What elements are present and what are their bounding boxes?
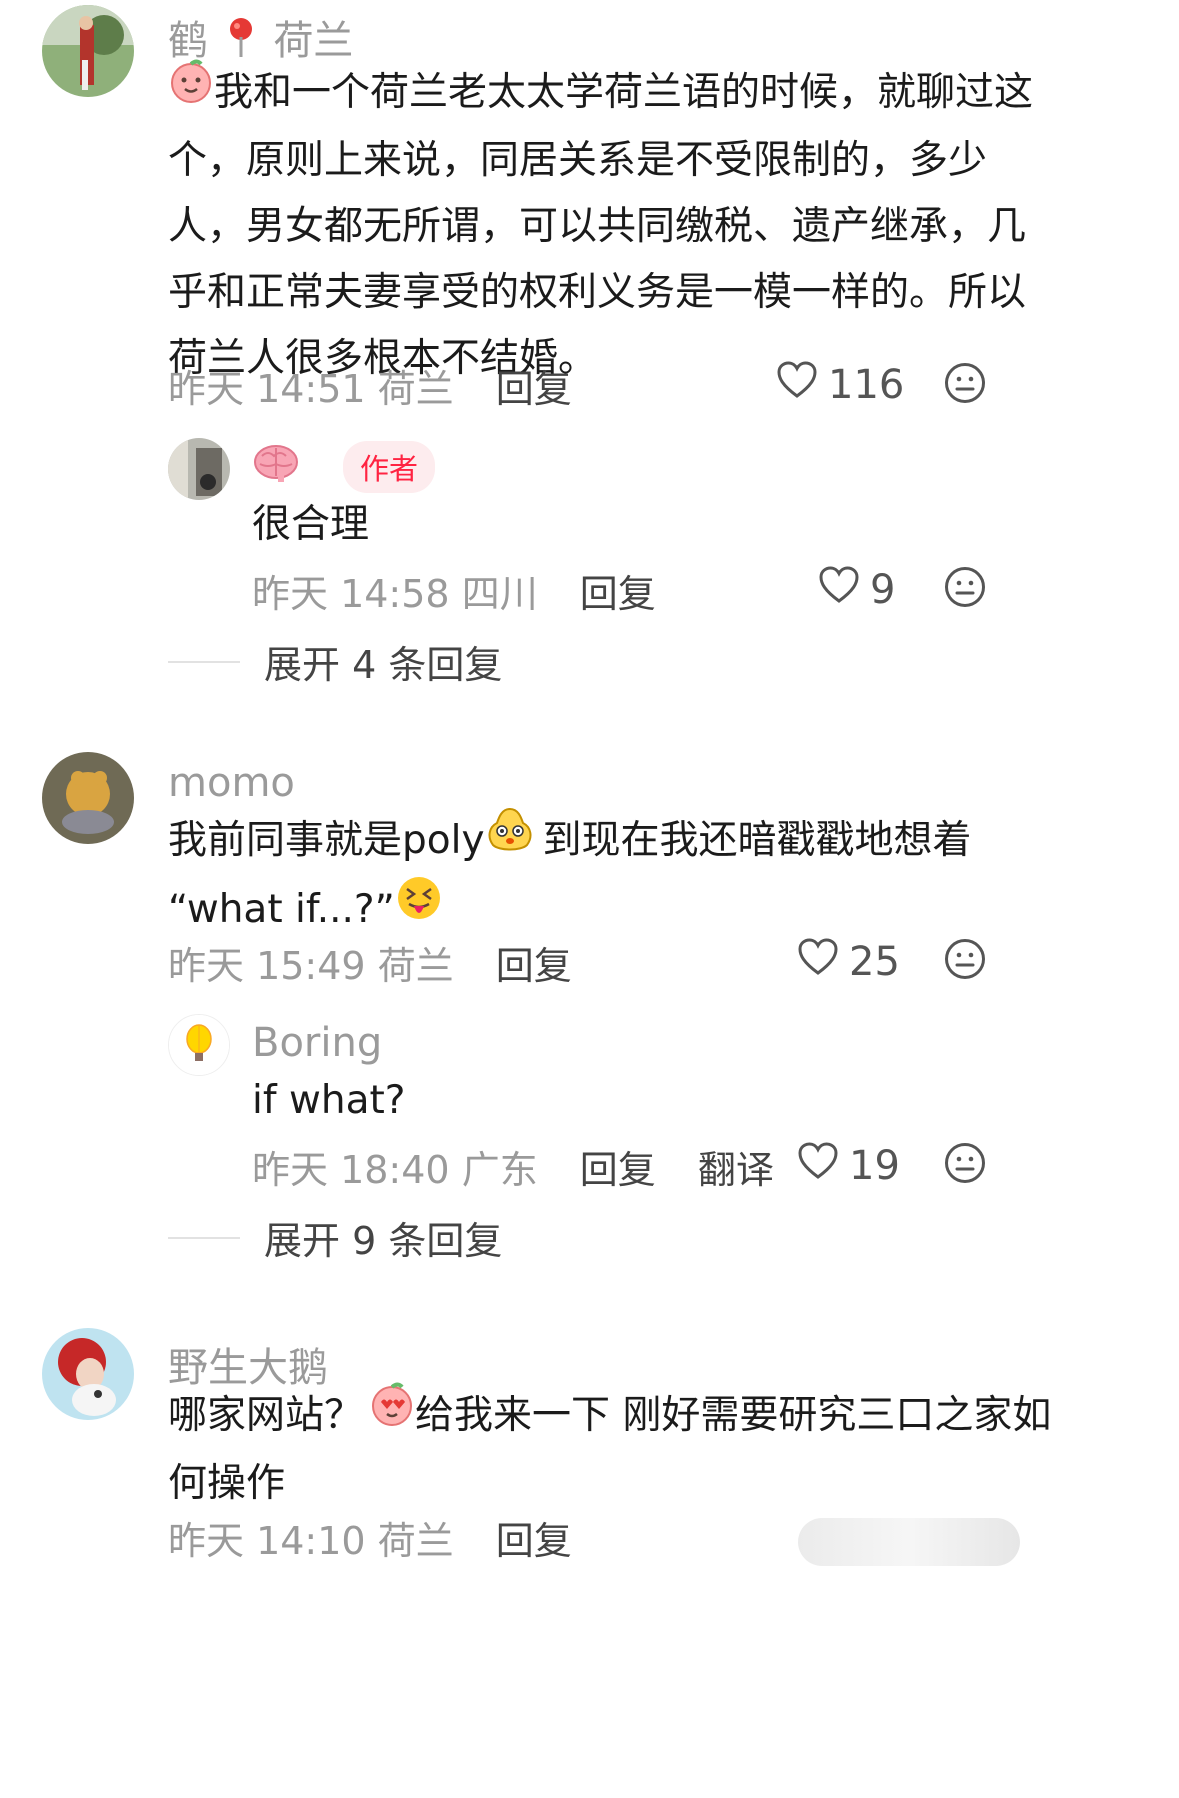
avatar[interactable]: [42, 1328, 134, 1420]
comment-text: 我前同事就是poly 到现在我还暗戳戳地想着 “what if...?”: [168, 805, 1128, 946]
reply-location: 四川: [461, 572, 538, 616]
expand-replies-button[interactable]: 展开 9 条回复: [168, 1210, 502, 1265]
comment-location: 荷兰: [377, 944, 454, 988]
like-count: 116: [828, 362, 905, 408]
watermark-logo: [798, 1518, 1020, 1566]
expand-replies-button[interactable]: 展开 4 条回复: [168, 634, 502, 689]
comment-time: 昨天 14:10: [168, 1519, 366, 1563]
avatar[interactable]: [168, 438, 230, 500]
comment-meta: 昨天 15:49 荷兰 回复: [168, 935, 572, 990]
expand-divider: [168, 660, 240, 663]
reply-time: 昨天 18:40: [252, 1148, 450, 1192]
comment-text: 我和一个荷兰老太太学荷兰语的时候，就聊过这 个，原则上来说，同居关系是不受限制的…: [168, 58, 1128, 392]
neutral-face-icon[interactable]: [944, 1142, 986, 1188]
comment-location: 荷兰: [377, 367, 454, 411]
comment-username[interactable]: momo: [168, 760, 295, 806]
reply-button[interactable]: 回复: [496, 1519, 572, 1563]
reply-time: 昨天 14:58: [252, 572, 450, 616]
author-badge: 作者: [343, 441, 436, 493]
neutral-face-icon[interactable]: [944, 938, 986, 984]
comment-text: 哪家网站？ 给我来一下 刚好需要研究三口之家如 何操作: [168, 1381, 1128, 1517]
reply-meta: 昨天 18:40 广东 回复 翻译: [252, 1139, 774, 1194]
like-button[interactable]: 116: [776, 360, 904, 410]
heart-icon: [776, 360, 828, 410]
comment-time: 昨天 15:49: [168, 944, 366, 988]
like-count: 9: [870, 567, 896, 613]
pear-face-emoji-icon: [485, 805, 535, 874]
comment-location: 荷兰: [377, 1519, 454, 1563]
reply-button[interactable]: 回复: [580, 572, 656, 616]
reply-meta: 昨天 14:58 四川 回复: [252, 563, 656, 618]
reply-button[interactable]: 回复: [496, 944, 572, 988]
like-count: 19: [849, 1143, 900, 1189]
neutral-face-icon[interactable]: [944, 566, 986, 612]
reply-text: 很合理: [252, 502, 370, 547]
avatar[interactable]: [42, 752, 134, 844]
expand-divider: [168, 1236, 240, 1239]
comment-time: 昨天 14:51: [168, 367, 366, 411]
like-button[interactable]: 9: [818, 565, 895, 615]
peach-smiling-emoji-icon: [168, 58, 214, 125]
squinting-tongue-emoji-icon: [395, 874, 443, 943]
reply-button[interactable]: 回复: [580, 1148, 656, 1192]
reply-text: if what?: [252, 1078, 406, 1123]
brain-emoji-icon: [252, 442, 300, 488]
heart-icon: [818, 565, 870, 615]
peach-heart-eyes-emoji-icon: [369, 1381, 415, 1448]
like-button[interactable]: 19: [797, 1141, 900, 1191]
heart-icon: [797, 937, 849, 987]
translate-button[interactable]: 翻译: [698, 1148, 774, 1192]
like-button[interactable]: 25: [797, 937, 900, 987]
reply-location: 广东: [461, 1148, 538, 1192]
reply-username[interactable]: Boring: [252, 1020, 382, 1066]
reply-button[interactable]: 回复: [496, 367, 572, 411]
comment-meta: 昨天 14:10 荷兰 回复: [168, 1510, 572, 1565]
avatar[interactable]: [42, 5, 134, 97]
like-count: 25: [849, 939, 900, 985]
comment-meta: 昨天 14:51 荷兰 回复: [168, 358, 572, 413]
neutral-face-icon[interactable]: [944, 362, 986, 408]
heart-icon: [797, 1141, 849, 1191]
avatar[interactable]: [168, 1014, 230, 1076]
